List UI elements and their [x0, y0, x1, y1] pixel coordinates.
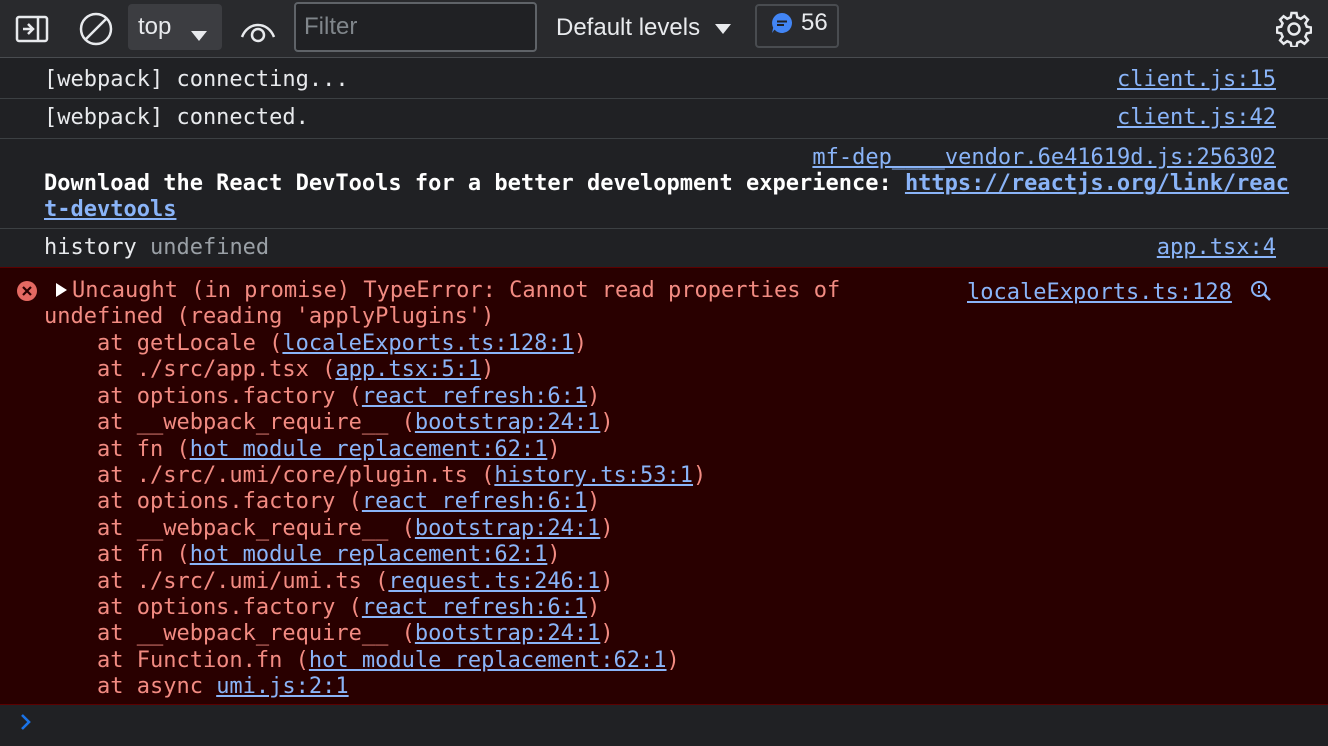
stack-frame-text: at Function.fn ( — [44, 647, 309, 673]
stack-frame-text: at fn ( — [44, 542, 190, 568]
stack-frame: at options.factory (react refresh:6:1) — [44, 489, 706, 515]
message-bubble-icon — [771, 12, 793, 41]
message-count: 56 — [801, 9, 828, 36]
error-message: Uncaught (in promise) TypeError: Cannot … — [44, 278, 944, 331]
stack-frame-text: at options.factory ( — [44, 489, 362, 515]
context-selector[interactable]: top — [128, 4, 222, 50]
stack-frame: at __webpack_require__ (bootstrap:24:1) — [44, 516, 706, 542]
error-line-1: Uncaught (in promise) TypeError: Cannot … — [72, 278, 841, 303]
stack-frame-link[interactable]: hot module replacement:62:1 — [190, 542, 548, 567]
stack-frame-suffix: ) — [693, 462, 707, 488]
stack-frame-suffix: ) — [481, 357, 495, 383]
stack-frame: at ./src/.umi/core/plugin.ts (history.ts… — [44, 463, 706, 489]
stack-frame: at fn (hot module replacement:62:1) — [44, 542, 706, 568]
log-message: Download the React DevTools for a better… — [44, 171, 1289, 197]
stack-frame: at ./src/app.tsx (app.tsx:5:1) — [44, 357, 706, 383]
stack-frame-text: at options.factory ( — [44, 594, 362, 620]
stack-frame-text: at options.factory ( — [44, 383, 362, 409]
console-toolbar: top Default levels 56 — [0, 0, 1328, 58]
stack-frame-link[interactable]: bootstrap:24:1 — [415, 516, 600, 541]
search-icon[interactable] — [1250, 280, 1272, 309]
stack-frame-text: at async — [44, 674, 217, 700]
stack-frame: at async umi.js:2:1 — [44, 674, 706, 700]
stack-frame-text: at ./src/app.tsx ( — [44, 357, 336, 383]
stack-frame-suffix: ) — [587, 489, 601, 515]
stack-frame-suffix: ) — [666, 647, 680, 673]
log-row: [webpack] connecting... client.js:15 — [0, 59, 1328, 99]
error-icon — [16, 280, 38, 309]
filter-input[interactable] — [294, 2, 537, 52]
log-source-link[interactable]: app.tsx:4 — [1157, 235, 1276, 261]
log-label: history — [44, 235, 137, 260]
stack-frame-suffix: ) — [600, 621, 614, 647]
stack-frame-suffix: ) — [600, 515, 614, 541]
stack-frame-suffix: ) — [547, 542, 561, 568]
chevron-down-icon — [190, 21, 208, 49]
error-line-2: undefined (reading 'applyPlugins') — [44, 304, 495, 330]
log-message: [webpack] connected. — [44, 105, 309, 130]
stack-frame-text: at getLocale ( — [44, 331, 283, 356]
stack-frame-link[interactable]: react refresh:6:1 — [362, 384, 587, 409]
stack-frame-suffix: ) — [600, 568, 614, 594]
stack-frame: at options.factory (react refresh:6:1) — [44, 384, 706, 410]
log-message: history undefined — [44, 235, 269, 261]
log-source-link[interactable]: client.js:42 — [1117, 105, 1276, 131]
stack-frame: at Function.fn (hot module replacement:6… — [44, 648, 706, 674]
stack-frame-link[interactable]: react refresh:6:1 — [362, 489, 587, 514]
chevron-down-icon — [714, 14, 732, 42]
stack-frame: at ./src/.umi/umi.ts (request.ts:246:1) — [44, 569, 706, 595]
log-row: mf-dep____vendor.6e41619d.js:256302 Down… — [0, 139, 1328, 229]
stack-frame-link[interactable]: hot module replacement:62:1 — [190, 437, 548, 462]
stack-frame-suffix: ) — [573, 331, 588, 356]
stack-frame-text: at fn ( — [44, 436, 190, 462]
stack-frame-link[interactable]: localeExports.ts:128:1 — [282, 331, 573, 356]
stack-frame-link[interactable]: bootstrap:24:1 — [415, 410, 600, 435]
error-source-link[interactable]: localeExports.ts:128 — [967, 280, 1232, 306]
stack-frame-link[interactable]: request.ts:246:1 — [388, 569, 600, 594]
stack-frame-text: at __webpack_require__ ( — [44, 410, 415, 436]
stack-frame-link[interactable]: react refresh:6:1 — [362, 595, 587, 620]
devtools-link-continued[interactable]: t-devtools — [44, 197, 176, 222]
log-value: undefined — [149, 235, 270, 260]
stack-frame: at fn (hot module replacement:62:1) — [44, 437, 706, 463]
devtools-message-text: Download the React DevTools for a better… — [44, 171, 905, 196]
stack-frame-suffix: ) — [600, 410, 614, 436]
log-message-continued: t-devtools — [44, 197, 176, 223]
context-value: top — [138, 13, 172, 40]
stack-frame-text: at ./src/.umi/umi.ts ( — [44, 568, 389, 594]
stack-frame-suffix: ) — [587, 594, 601, 620]
devtools-link[interactable]: https://reactjs.org/link/reac — [905, 171, 1289, 196]
stack-frame-suffix: ) — [587, 383, 601, 409]
stack-frame-text: at ./src/.umi/core/plugin.ts ( — [44, 462, 495, 488]
log-source-link[interactable]: mf-dep____vendor.6e41619d.js:256302 — [812, 145, 1276, 171]
expand-triangle-icon[interactable] — [44, 278, 72, 304]
stack-frame-link[interactable]: history.ts:53:1 — [494, 463, 693, 488]
stack-trace: at getLocale (localeExports.ts:128:1) at… — [44, 331, 706, 700]
stack-frame: at __webpack_require__ (bootstrap:24:1) — [44, 410, 706, 436]
log-message: [webpack] connecting... — [44, 67, 349, 92]
stack-frame-link[interactable]: hot module replacement:62:1 — [309, 648, 667, 673]
chevron-right-icon — [18, 714, 34, 736]
log-source-link[interactable]: client.js:15 — [1117, 67, 1276, 93]
stack-frame: at getLocale (localeExports.ts:128:1) — [44, 331, 706, 357]
live-expression-eye-icon[interactable] — [238, 9, 278, 49]
levels-label: Default levels — [556, 14, 701, 41]
stack-frame: at options.factory (react refresh:6:1) — [44, 595, 706, 621]
stack-frame-suffix: ) — [547, 436, 561, 462]
stack-frame-link[interactable]: umi.js:2:1 — [216, 674, 348, 699]
stack-frame-link[interactable]: bootstrap:24:1 — [415, 621, 600, 646]
log-levels-dropdown[interactable]: Default levels — [556, 8, 732, 48]
stack-frame-link[interactable]: app.tsx:5:1 — [335, 357, 481, 382]
show-sidebar-icon[interactable] — [12, 9, 52, 49]
stack-frame-text: at __webpack_require__ ( — [44, 621, 415, 647]
log-row: history undefined app.tsx:4 — [0, 229, 1328, 267]
clear-console-icon[interactable] — [76, 9, 116, 49]
stack-frame-text: at __webpack_require__ ( — [44, 515, 415, 541]
log-row: [webpack] connected. client.js:42 — [0, 99, 1328, 139]
settings-gear-icon[interactable] — [1274, 9, 1314, 49]
stack-frame: at __webpack_require__ (bootstrap:24:1) — [44, 621, 706, 647]
messages-count-button[interactable]: 56 — [755, 4, 839, 48]
error-log-row: Uncaught (in promise) TypeError: Cannot … — [0, 267, 1328, 705]
console-prompt[interactable] — [18, 712, 34, 736]
